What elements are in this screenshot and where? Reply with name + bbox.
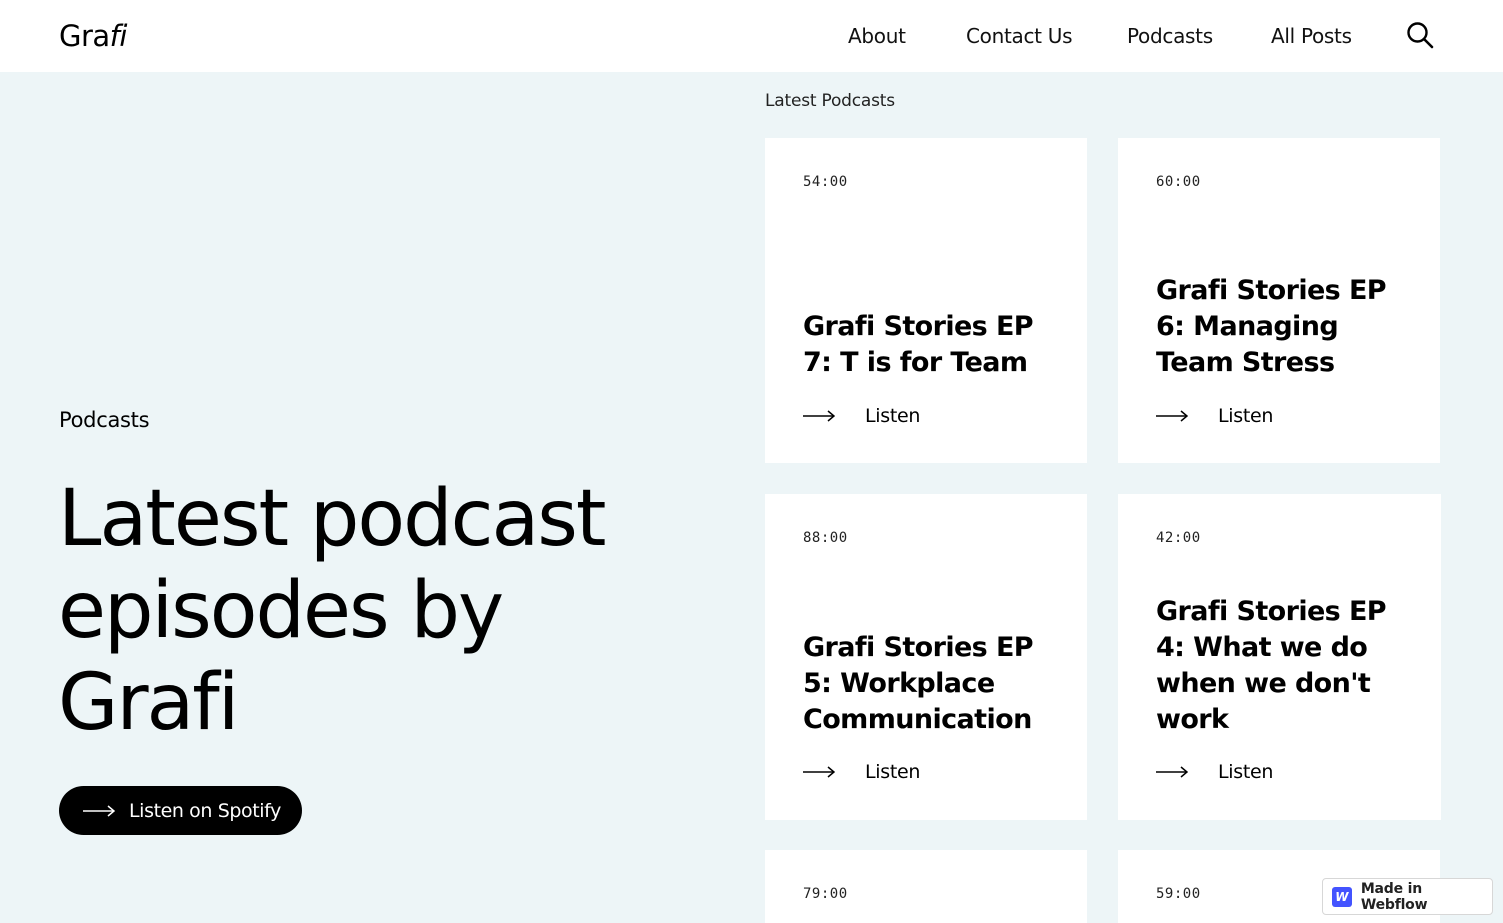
- podcast-duration: 88:00: [803, 530, 848, 546]
- podcast-duration: 79:00: [803, 886, 848, 902]
- arrow-right-icon: [803, 410, 835, 422]
- listen-label: Listen: [865, 405, 921, 427]
- podcast-card[interactable]: 79:00: [765, 850, 1087, 923]
- nav-link-contact-us[interactable]: Contact Us: [966, 24, 1073, 48]
- arrow-right-icon: [803, 766, 835, 778]
- podcast-duration: 60:00: [1156, 174, 1201, 190]
- nav-link-about[interactable]: About: [848, 24, 906, 48]
- nav-link-all-posts[interactable]: All Posts: [1271, 24, 1352, 48]
- listen-label: Listen: [865, 761, 921, 783]
- webflow-logo-icon: W: [1332, 886, 1352, 907]
- podcast-card[interactable]: 88:00 Grafi Stories EP 5: Workplace Comm…: [765, 494, 1087, 820]
- hero-eyebrow: Podcasts: [59, 408, 150, 432]
- search-button[interactable]: [1405, 20, 1435, 50]
- listen-label: Listen: [1218, 761, 1274, 783]
- logo-text-italic: fi: [109, 19, 128, 53]
- podcast-duration: 54:00: [803, 174, 848, 190]
- podcast-duration: 42:00: [1156, 530, 1201, 546]
- logo-text-main: Gra: [59, 19, 110, 53]
- listen-link[interactable]: Listen: [1156, 761, 1273, 783]
- arrow-right-icon: [83, 804, 115, 817]
- podcast-title: Grafi Stories EP 7: T is for Team: [803, 311, 1034, 378]
- arrow-right-icon: [1156, 766, 1188, 778]
- site-logo[interactable]: Grafi: [59, 19, 127, 53]
- podcast-card[interactable]: 60:00 Grafi Stories EP 6: Managing Team …: [1118, 138, 1440, 463]
- podcast-card[interactable]: 54:00 Grafi Stories EP 7: T is for Team …: [765, 138, 1087, 463]
- listen-link[interactable]: Listen: [1156, 405, 1273, 427]
- podcast-duration: 59:00: [1156, 886, 1201, 902]
- nav-link-podcasts[interactable]: Podcasts: [1127, 24, 1213, 48]
- podcast-title: Grafi Stories EP 4: What we do when we d…: [1156, 596, 1387, 735]
- webflow-badge-label: Made in Webflow: [1360, 880, 1428, 913]
- podcast-title: Grafi Stories EP 5: Workplace Communicat…: [803, 632, 1034, 735]
- listen-link[interactable]: Listen: [803, 405, 920, 427]
- podcast-title: Grafi Stories EP 6: Managing Team Stress: [1156, 275, 1387, 378]
- listen-link[interactable]: Listen: [803, 761, 920, 783]
- podcast-card[interactable]: 42:00 Grafi Stories EP 4: What we do whe…: [1118, 494, 1441, 820]
- hero-title: Latest podcast episodes by Grafi: [58, 474, 607, 748]
- top-navigation-bar: Grafi About Contact Us Podcasts All Post…: [0, 0, 1503, 72]
- listen-on-spotify-label: Listen on Spotify: [129, 799, 281, 822]
- arrow-right-icon: [1156, 410, 1188, 422]
- listen-label: Listen: [1218, 405, 1274, 427]
- listen-on-spotify-button[interactable]: Listen on Spotify: [59, 786, 302, 835]
- made-in-webflow-badge[interactable]: W Made in Webflow: [1322, 878, 1493, 915]
- section-label: Latest Podcasts: [765, 91, 895, 111]
- search-icon: [1407, 22, 1434, 49]
